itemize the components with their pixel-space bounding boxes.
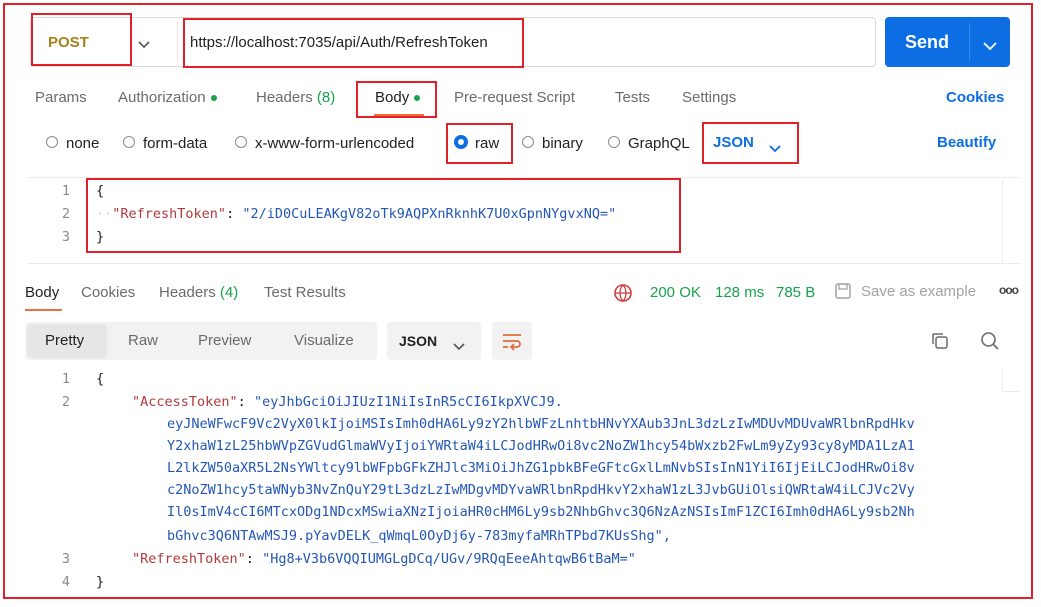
- save-icon: [834, 282, 852, 305]
- chevron-down-icon[interactable]: [138, 36, 150, 54]
- response-format-label: JSON: [399, 333, 438, 349]
- json-value: "Hg8+V3b6VQQIUMGLgDCq/UGv/9RQqEeeAhtqwB6…: [262, 551, 636, 567]
- json-colon: :: [237, 394, 254, 410]
- response-tab-headers-count: (4): [219, 284, 239, 301]
- response-editor-scrollbar[interactable]: [1002, 369, 1019, 392]
- copy-icon[interactable]: [930, 331, 950, 356]
- body-tab-highlight: [356, 81, 437, 118]
- tab-prerequest-script[interactable]: Pre-request Script: [454, 89, 575, 106]
- json-key: "AccessToken": [132, 394, 238, 410]
- more-options-button[interactable]: ooo: [999, 283, 1019, 297]
- view-tab-pretty[interactable]: Pretty: [45, 332, 84, 349]
- line-number: 3: [61, 229, 70, 245]
- json-close-brace: }: [96, 574, 105, 590]
- tab-authorization-label: Authorization: [118, 89, 206, 106]
- json-value-part: "eyJhbGciOiJIUzI1NiIsInR5cCI6IkpXVCJ9.: [253, 394, 563, 410]
- radio-graphql-label: GraphQL: [628, 135, 690, 152]
- radio-form-data[interactable]: [123, 136, 135, 148]
- request-body-highlight: [86, 178, 681, 253]
- line-number: 1: [61, 183, 70, 199]
- response-tab-headers-label: Headers: [159, 284, 216, 301]
- divider: [177, 22, 178, 62]
- response-tab-cookies[interactable]: Cookies: [81, 284, 135, 301]
- tab-params[interactable]: Params: [35, 89, 87, 106]
- response-size[interactable]: 785 B: [776, 284, 815, 301]
- wrap-icon: [501, 331, 523, 356]
- beautify-button[interactable]: Beautify: [937, 134, 996, 151]
- view-tab-visualize[interactable]: Visualize: [294, 332, 354, 349]
- status-dot: [210, 95, 217, 102]
- json-value-part: Il0sImV4cCI6MTcxODg1NDcxMSwiaXNzIjoiaHR0…: [167, 504, 915, 520]
- chevron-down-icon: [453, 338, 465, 356]
- radio-binary-label: binary: [542, 135, 583, 152]
- tab-headers-label: Headers: [256, 89, 313, 106]
- json-open-brace: {: [96, 371, 105, 387]
- send-label: Send: [905, 32, 950, 52]
- send-divider: [969, 23, 970, 61]
- view-tab-preview[interactable]: Preview: [198, 332, 251, 349]
- radio-urlencoded-label: x-www-form-urlencoded: [255, 135, 415, 152]
- tab-settings[interactable]: Settings: [682, 89, 736, 106]
- chevron-down-icon[interactable]: [983, 38, 997, 56]
- json-value-part: bGhvc3Q6NTAwMSJ9.pYavDELK_qWmqL0OyDj6y-7…: [167, 528, 671, 544]
- line-number: 4: [61, 574, 70, 590]
- tab-tests[interactable]: Tests: [615, 89, 650, 106]
- radio-none[interactable]: [46, 136, 58, 148]
- json-value-part: c2NoZW1hcy5taWNyb3NvZnQuY29tL3dzLzIwMDgv…: [167, 482, 915, 498]
- tab-headers-count: (8): [316, 89, 336, 106]
- status-code[interactable]: 200 OK: [650, 284, 701, 301]
- globe-icon[interactable]: [613, 283, 633, 308]
- line-number: 2: [61, 394, 70, 410]
- response-tab-test-results[interactable]: Test Results: [264, 284, 346, 301]
- json-value-part: eyJNeWFwcF9Vc2VyX0lkIjoiMSIsImh0dHA6Ly9z…: [167, 416, 915, 432]
- response-tab-headers[interactable]: Headers (4): [159, 284, 238, 301]
- access-token-line[interactable]: "AccessToken": "eyJhbGciOiJIUzI1NiIsInR5…: [132, 394, 563, 410]
- save-as-example-button[interactable]: Save as example: [861, 283, 976, 300]
- response-tab-body[interactable]: Body: [25, 284, 59, 301]
- refresh-token-line[interactable]: "RefreshToken": "Hg8+V3b6VQQIUMGLgDCq/UG…: [132, 551, 636, 567]
- tab-authorization[interactable]: Authorization: [118, 89, 217, 106]
- json-key: "RefreshToken": [132, 551, 246, 567]
- line-number: 2: [61, 206, 70, 222]
- radio-urlencoded[interactable]: [235, 136, 247, 148]
- editor-scrollbar[interactable]: [1002, 180, 1019, 262]
- radio-binary[interactable]: [522, 136, 534, 148]
- radio-graphql[interactable]: [608, 136, 620, 148]
- method-highlight: [31, 13, 132, 66]
- line-number: 1: [61, 371, 70, 387]
- cookies-link[interactable]: Cookies: [946, 89, 1004, 106]
- view-tab-raw[interactable]: Raw: [128, 332, 158, 349]
- response-tab-underline: [25, 309, 62, 311]
- json-value-part: Y2xhaW1zL25hbWVpZGVudGlmaWVyIjoiYWRtaW4i…: [167, 438, 915, 454]
- search-icon[interactable]: [980, 331, 1000, 356]
- raw-highlight: [446, 123, 513, 164]
- json-colon: :: [245, 551, 263, 567]
- format-highlight: [702, 122, 799, 164]
- editor-bottom-border: [27, 263, 1020, 264]
- response-time[interactable]: 128 ms: [715, 284, 764, 301]
- json-value-part: L2lkZW50aXR5L2NsYWltcy9lbWFpbGFkZHJlc3Mi…: [167, 460, 915, 476]
- line-number: 3: [61, 551, 70, 567]
- radio-none-label: none: [66, 135, 100, 152]
- url-highlight: [183, 18, 524, 68]
- tab-headers[interactable]: Headers (8): [256, 89, 335, 106]
- radio-form-data-label: form-data: [143, 135, 208, 152]
